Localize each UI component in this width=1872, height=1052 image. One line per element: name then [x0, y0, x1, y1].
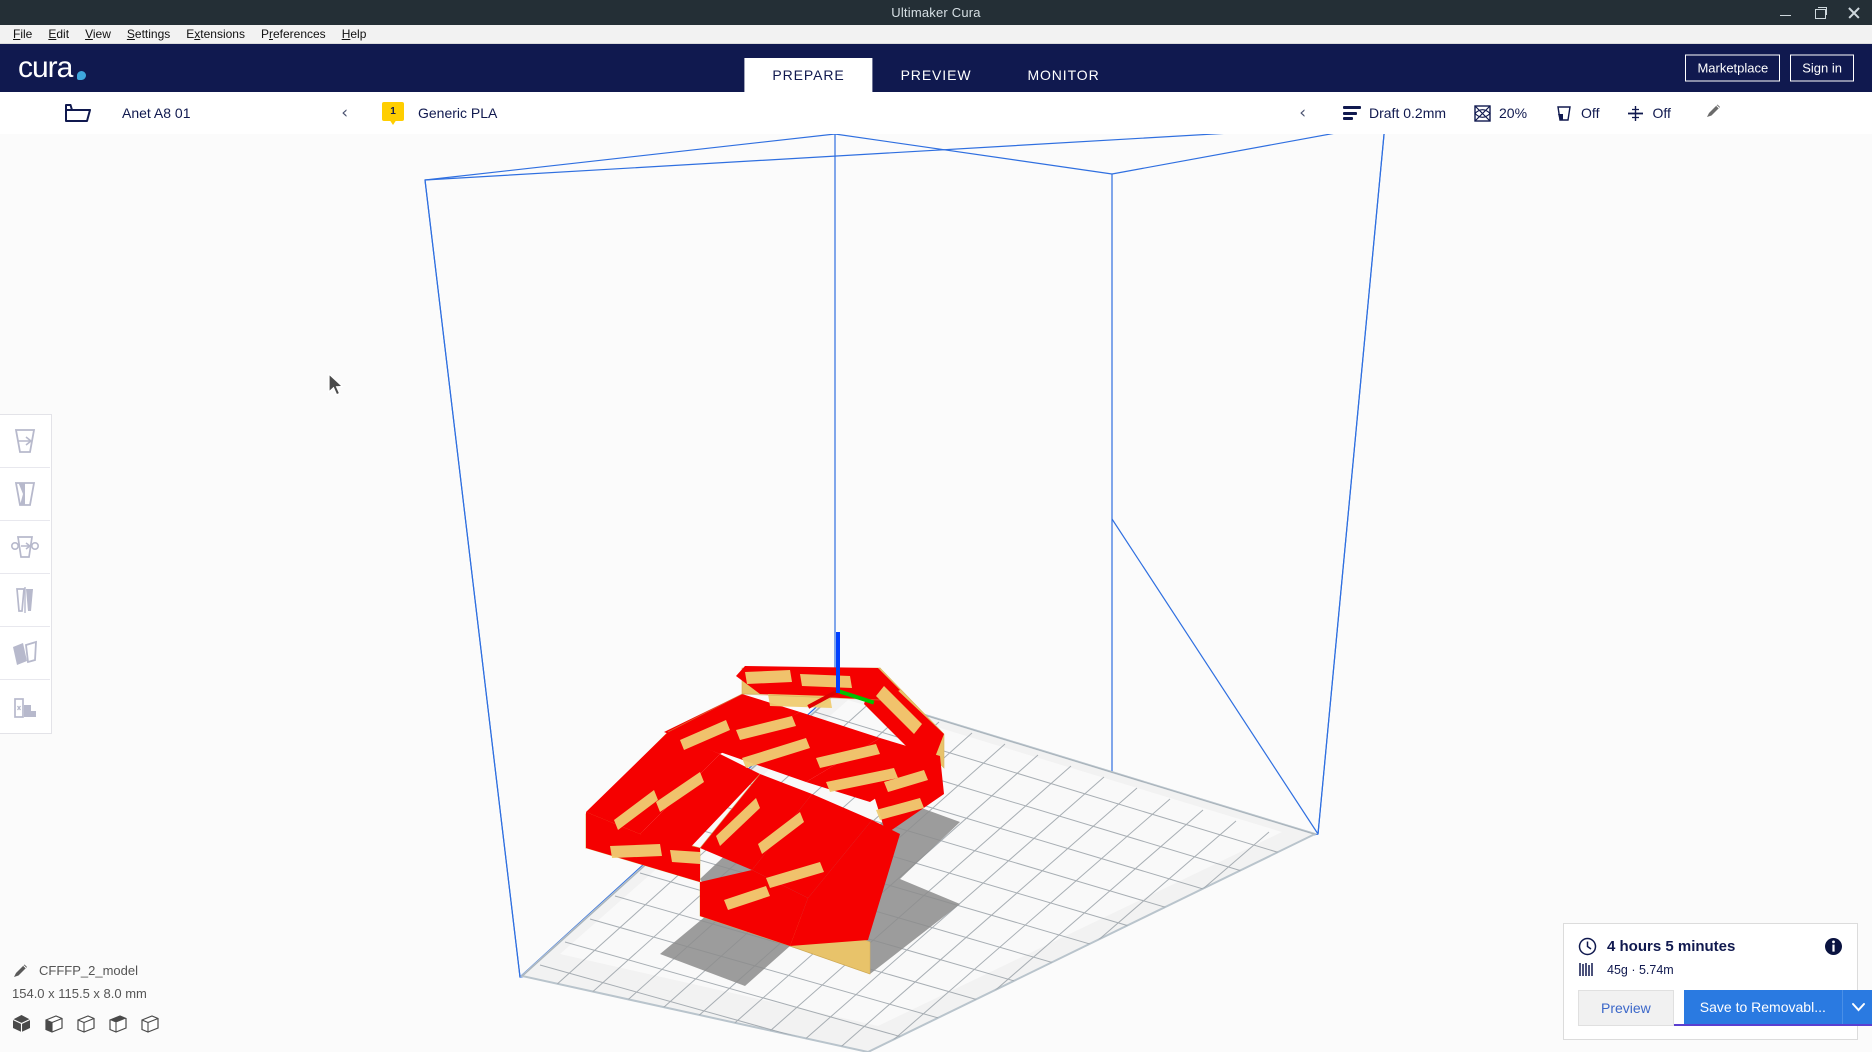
printer-selector[interactable]: Anet A8 01 ‹: [110, 92, 360, 134]
cura-logo: cura: [18, 51, 87, 84]
profile-setting[interactable]: Draft 0.2mm: [1343, 105, 1446, 121]
printer-name: Anet A8 01: [122, 105, 191, 121]
open-file-button[interactable]: [53, 92, 103, 134]
tab-monitor[interactable]: MONITOR: [999, 58, 1127, 92]
open-folder-icon: [65, 104, 91, 122]
edit-settings-button[interactable]: [1705, 102, 1722, 124]
main-tabs: PREPARE PREVIEW MONITOR: [744, 44, 1127, 92]
extruder-number: 1: [390, 106, 396, 117]
print-time-row: 4 hours 5 minutes: [1578, 937, 1843, 956]
adhesion-icon: [1628, 105, 1644, 121]
chevron-down-icon: [1852, 1003, 1866, 1012]
filament-icon: [1579, 963, 1593, 976]
solid-view-icon[interactable]: [12, 1014, 31, 1038]
move-tool-icon: [14, 429, 36, 453]
per-model-settings-icon: [13, 640, 37, 665]
app-header: cura PREPARE PREVIEW MONITOR Marketplace…: [0, 44, 1872, 92]
pencil-icon: [1706, 104, 1720, 117]
print-job-panel: 4 hours 5 minutes 45g · 5.74m Preview Sa…: [1563, 923, 1872, 1040]
signin-button[interactable]: Sign in: [1790, 54, 1854, 82]
infill-setting[interactable]: 20%: [1474, 104, 1528, 122]
close-icon[interactable]: [1846, 5, 1862, 21]
print-time: 4 hours 5 minutes: [1607, 938, 1736, 955]
menu-extensions[interactable]: Extensions: [178, 25, 253, 44]
model-dimensions: 154.0 x 115.5 x 8.0 mm: [12, 986, 147, 1001]
settings-bar: Anet A8 01 ‹ 1 Generic PLA ‹ Draft 0.2mm: [0, 92, 1872, 134]
support-icon: [1557, 105, 1571, 121]
save-to-removable-button[interactable]: Save to Removabl...: [1683, 990, 1842, 1024]
material-chevron-left-icon: ‹: [1299, 103, 1306, 123]
material-usage: 45g · 5.74m: [1607, 962, 1674, 977]
profile-value: Draft 0.2mm: [1369, 105, 1447, 121]
rotate-tool-icon: [10, 536, 39, 558]
support-setting[interactable]: Off: [1555, 105, 1599, 122]
material-name: Generic PLA: [418, 105, 498, 121]
front-view-icon[interactable]: [44, 1014, 63, 1038]
print-settings-selector[interactable]: Draft 0.2mm 20% Off Off: [1327, 92, 1872, 134]
mirror-tool-icon: [16, 587, 33, 613]
rotate-tool[interactable]: [0, 521, 50, 574]
infill-icon: [1474, 104, 1491, 122]
top-view-icon[interactable]: [76, 1014, 95, 1038]
support-value: Off: [1581, 105, 1600, 121]
adhesion-value: Off: [1652, 105, 1671, 121]
save-button-group: Save to Removabl...: [1673, 990, 1872, 1026]
support-blocker-tool[interactable]: [0, 680, 50, 733]
menu-bar: File Edit View Settings Extensions Prefe…: [0, 25, 1872, 44]
menu-preferences[interactable]: Preferences: [253, 25, 334, 44]
clock-icon: [1578, 937, 1597, 956]
model-info: CFFFP_2_model 154.0 x 115.5 x 8.0 mm: [12, 962, 159, 1038]
tool-column: [0, 414, 52, 734]
cura-logo-text: cura: [18, 51, 73, 84]
adhesion-setting[interactable]: Off: [1627, 105, 1671, 122]
tab-preview[interactable]: PREVIEW: [873, 58, 1000, 92]
window-controls: [1778, 0, 1862, 25]
material-usage-row: 45g · 5.74m: [1578, 961, 1843, 978]
infill-value: 20%: [1499, 105, 1528, 121]
minimize-icon[interactable]: [1778, 5, 1794, 21]
menu-settings[interactable]: Settings: [119, 25, 178, 44]
view-orientation-buttons: [12, 1014, 159, 1038]
3d-viewport[interactable]: CFFFP_2_model 154.0 x 115.5 x 8.0 mm 4 h…: [0, 134, 1872, 1052]
per-model-settings-tool[interactable]: [0, 627, 50, 680]
menu-view[interactable]: View: [77, 25, 119, 44]
maximize-icon[interactable]: [1812, 5, 1828, 21]
scale-tool[interactable]: [0, 468, 50, 521]
model-name: CFFFP_2_model: [39, 963, 138, 978]
menu-file[interactable]: File: [5, 25, 40, 44]
job-actions: Preview Save to Removabl...: [1578, 990, 1872, 1026]
save-options-dropdown[interactable]: [1841, 990, 1872, 1024]
pencil-icon[interactable]: [12, 962, 29, 979]
build-scene: [424, 134, 1385, 1052]
mirror-tool[interactable]: [0, 574, 50, 627]
window-title: Ultimaker Cura: [891, 5, 981, 20]
marketplace-button[interactable]: Marketplace: [1685, 54, 1781, 82]
move-tool[interactable]: [0, 415, 50, 468]
chevron-left-icon: ‹: [341, 103, 348, 123]
scale-tool-icon: [14, 482, 36, 506]
cura-logo-dot: [77, 71, 87, 80]
preview-button[interactable]: Preview: [1578, 990, 1674, 1026]
header-buttons: Marketplace Sign in: [1685, 54, 1854, 82]
tab-prepare[interactable]: PREPARE: [744, 58, 873, 92]
menu-help[interactable]: Help: [334, 25, 375, 44]
right-view-icon[interactable]: [140, 1014, 159, 1038]
menu-edit[interactable]: Edit: [40, 25, 77, 44]
left-view-icon[interactable]: [108, 1014, 127, 1038]
material-selector[interactable]: 1 Generic PLA ‹: [368, 92, 1320, 134]
cura-window: Ultimaker Cura File Edit View Settings E…: [0, 0, 1872, 1052]
extruder-badge: 1: [382, 102, 404, 125]
layer-height-icon: [1343, 106, 1361, 120]
info-icon[interactable]: [1824, 937, 1843, 956]
support-blocker-icon: [14, 697, 36, 718]
title-bar: Ultimaker Cura: [0, 0, 1872, 25]
